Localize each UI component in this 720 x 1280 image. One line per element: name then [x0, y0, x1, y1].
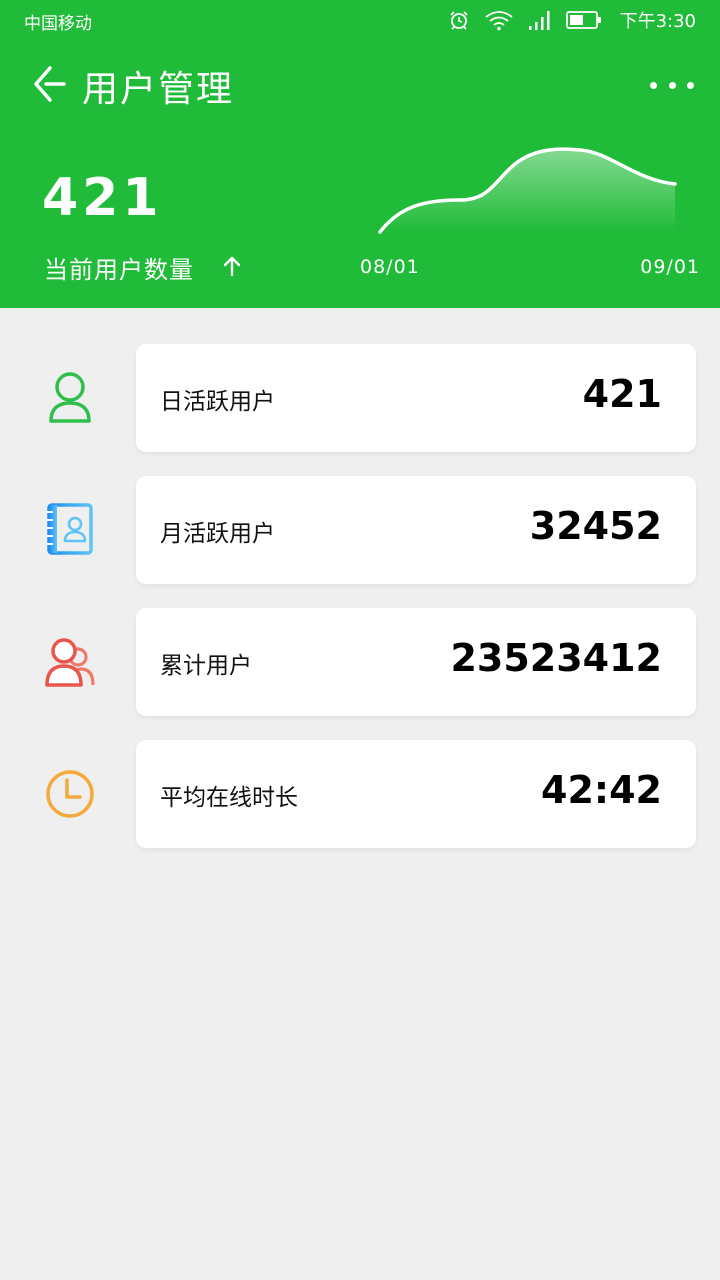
page-title: 用户管理 — [82, 69, 235, 110]
more-dot — [650, 81, 657, 89]
contact-book-icon — [40, 499, 100, 559]
chart-end-date: 09/01 — [640, 256, 700, 278]
more-dot — [668, 81, 676, 89]
back-button[interactable] — [30, 62, 70, 106]
header: 中国移动 下午3:30 用户管理 421 当前用户数量 08/01 09/01 — [0, 0, 720, 308]
signal-icon — [528, 9, 552, 31]
current-user-label: 当前用户数量 — [44, 256, 194, 284]
clock-time: 下午3:30 — [619, 11, 696, 32]
user-icon — [40, 368, 100, 428]
alarm-icon — [448, 9, 470, 31]
average-online-time-card[interactable]: 平均在线时长 42:42 — [136, 740, 696, 848]
trend-up-arrow-icon — [223, 256, 241, 277]
card-value: 32452 — [529, 504, 662, 548]
sparkline-area — [380, 149, 675, 232]
card-value: 23523412 — [450, 636, 662, 680]
user-trend-sparkline — [378, 147, 677, 234]
carrier-name: 中国移动 — [24, 14, 92, 34]
wifi-icon — [484, 9, 514, 31]
card-label: 日活跃用户 — [160, 389, 275, 415]
clock-icon — [40, 764, 100, 824]
card-label: 累计用户 — [160, 653, 252, 679]
more-menu-button[interactable] — [650, 76, 694, 94]
back-arrow-icon — [34, 66, 66, 102]
monthly-active-users-card[interactable]: 月活跃用户 32452 — [136, 476, 696, 584]
status-bar: 中国移动 下午3:30 — [0, 0, 720, 40]
daily-active-users-card[interactable]: 日活跃用户 421 — [136, 344, 696, 452]
card-value: 42:42 — [541, 768, 662, 812]
more-dot — [687, 81, 694, 89]
battery-icon — [565, 10, 602, 30]
card-value: 421 — [582, 372, 662, 416]
card-label: 月活跃用户 — [160, 521, 275, 547]
current-user-count: 421 — [42, 168, 163, 228]
card-label: 平均在线时长 — [160, 785, 298, 811]
status-icons: 下午3:30 — [434, 6, 696, 34]
total-users-card[interactable]: 累计用户 23523412 — [136, 608, 696, 716]
user-group-icon — [40, 632, 100, 692]
chart-start-date: 08/01 — [360, 256, 420, 278]
